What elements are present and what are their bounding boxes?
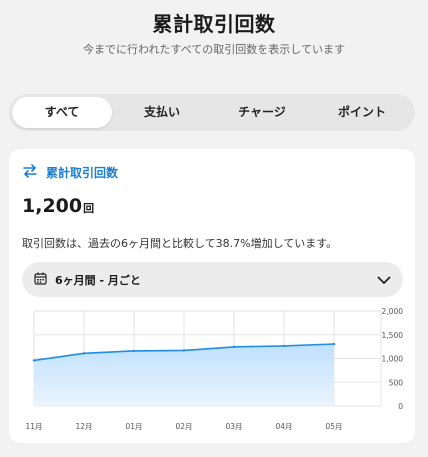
chevron-down-icon (377, 270, 391, 289)
page-subtitle: 今までに行われたすべての取引回数を表示しています (83, 43, 345, 56)
swap-arrows-icon (22, 163, 38, 182)
tab-charge[interactable]: チャージ (212, 97, 312, 128)
total-value: 1,200 (22, 195, 83, 217)
chart-x-tick-label: 11月 (25, 422, 42, 431)
chart-data-point (32, 359, 36, 362)
chart-x-tick-label: 04月 (275, 422, 292, 431)
comparison-text: 取引回数は、過去の6ヶ月間と比較して38.7%増加しています。 (22, 237, 338, 250)
tab-points[interactable]: ポイント (312, 97, 412, 128)
tab-payment[interactable]: 支払い (112, 97, 212, 128)
chart-x-tick-label: 05月 (325, 422, 342, 431)
chart-data-point (332, 342, 336, 346)
chart-data-point (282, 344, 286, 348)
period-select[interactable]: 6ヶ月間 - 月ごと (22, 262, 403, 297)
chart-x-tick-label: 03月 (225, 422, 242, 431)
card-title: 累計取引回数 (46, 166, 119, 180)
chart-data-point (182, 349, 186, 352)
chart-data-point (132, 349, 136, 353)
chart-data-point (82, 352, 86, 355)
segmented-tabs: すべて 支払い チャージ ポイント (9, 94, 415, 131)
card-title-link[interactable]: 累計取引回数 (22, 163, 118, 182)
page-title: 累計取引回数 (152, 12, 276, 36)
transactions-card: 累計取引回数 1,200 回 取引回数は、過去の6ヶ月間と比較して38.7%増加… (9, 149, 415, 443)
total-count: 1,200 回 (22, 195, 94, 217)
chart-y-tick-label: 1,500 (382, 331, 404, 340)
chart-x-tick-label: 01月 (125, 422, 142, 431)
tab-all[interactable]: すべて (12, 97, 112, 128)
calendar-icon (34, 270, 47, 289)
transactions-area-chart: 2,000 1,500 1,000 500 0 11月 12月 01月 02月 03月 04月 05月 (25, 307, 404, 431)
chart-x-tick-label: 12月 (75, 422, 92, 431)
chart-y-tick-label: 1,000 (382, 355, 404, 364)
chart-y-tick-label: 0 (398, 402, 403, 411)
chart-data-point (232, 345, 236, 349)
total-unit: 回 (83, 202, 95, 215)
chart-x-tick-label: 02月 (175, 422, 192, 431)
chart-y-tick-label: 500 (389, 378, 404, 387)
period-select-value: 6ヶ月間 - 月ごと (55, 273, 141, 287)
chart-y-tick-label: 2,000 (382, 307, 404, 316)
